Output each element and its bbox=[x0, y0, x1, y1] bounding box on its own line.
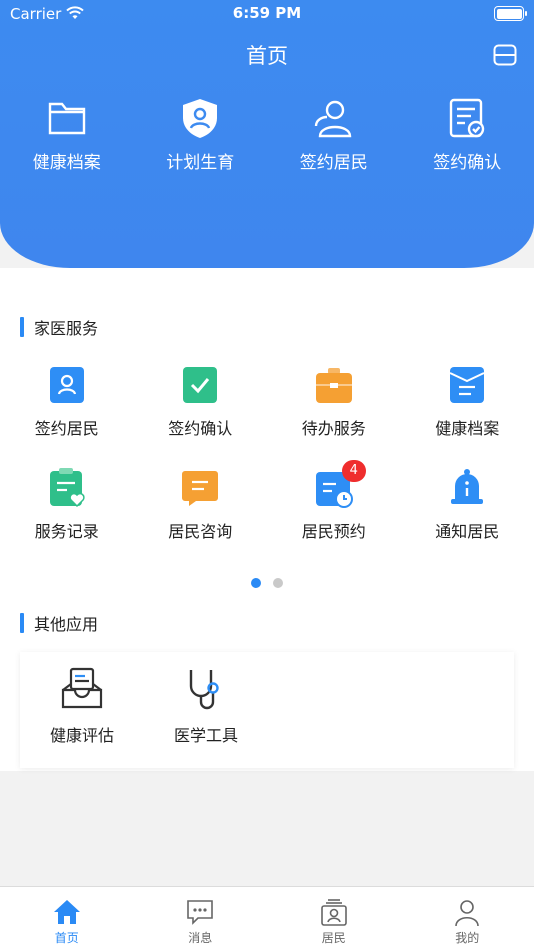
section-marker bbox=[20, 317, 24, 337]
section-marker bbox=[20, 613, 24, 633]
service-label: 待办服务 bbox=[301, 419, 366, 438]
clipboard-heart-icon bbox=[49, 468, 85, 508]
tab-label: 首页 bbox=[54, 931, 79, 945]
top-nav: 健康档案 计划生育 签约居民 签约确认 bbox=[0, 96, 534, 173]
tab-messages[interactable]: 消息 bbox=[134, 887, 268, 950]
file-icon bbox=[449, 367, 485, 403]
tab-home[interactable]: 首页 bbox=[0, 887, 134, 950]
section-title-other-apps: 其他应用 bbox=[34, 615, 99, 634]
service-record[interactable]: 服务记录 bbox=[0, 468, 134, 571]
profile-icon bbox=[455, 900, 480, 927]
app-medical-tools[interactable]: 医学工具 bbox=[144, 652, 268, 768]
tab-bar: 首页 消息 居民 我的 bbox=[0, 886, 534, 950]
app-health-assessment[interactable]: 健康评估 bbox=[20, 652, 144, 768]
status-bar: Carrier 6:59 PM bbox=[0, 0, 534, 30]
app-label: 健康评估 bbox=[49, 726, 114, 745]
calendar-clock-wrapper: 4 bbox=[314, 460, 366, 508]
bell-icon bbox=[451, 469, 484, 504]
page-dot[interactable] bbox=[273, 578, 283, 588]
service-label: 健康档案 bbox=[435, 419, 500, 438]
user-icon bbox=[314, 100, 351, 138]
appointment-badge: 4 bbox=[341, 460, 366, 482]
tab-label: 消息 bbox=[188, 931, 213, 945]
tab-label: 居民 bbox=[321, 931, 346, 945]
service-label: 签约居民 bbox=[34, 419, 99, 438]
chat-icon bbox=[182, 471, 219, 506]
service-notify[interactable]: 通知居民 bbox=[401, 468, 534, 571]
other-apps-card: 健康评估 医学工具 bbox=[20, 652, 514, 768]
service-appointment[interactable]: 4 居民预约 bbox=[267, 460, 401, 571]
top-nav-label: 签约确认 bbox=[433, 153, 502, 173]
section-other-apps: 其他应用 bbox=[20, 611, 98, 635]
section-title-family-doctor: 家医服务 bbox=[34, 319, 99, 338]
top-nav-contract-resident[interactable]: 签约居民 bbox=[267, 96, 401, 173]
page-title: 首页 bbox=[246, 44, 288, 68]
check-icon bbox=[183, 367, 218, 403]
status-time: 6:59 PM bbox=[232, 4, 302, 22]
top-nav-label: 签约居民 bbox=[299, 153, 368, 173]
document-check-icon bbox=[450, 98, 485, 138]
tab-residents[interactable]: 居民 bbox=[267, 887, 401, 950]
top-nav-label: 健康档案 bbox=[32, 153, 101, 173]
page-dot-active[interactable] bbox=[251, 578, 261, 588]
service-health-record[interactable]: 健康档案 bbox=[401, 365, 534, 468]
tab-profile[interactable]: 我的 bbox=[401, 887, 534, 950]
section-family-doctor: 家医服务 bbox=[20, 315, 98, 339]
top-nav-family-planning[interactable]: 计划生育 bbox=[134, 96, 268, 173]
message-icon bbox=[187, 900, 214, 925]
service-label: 签约确认 bbox=[168, 419, 233, 438]
shield-person-icon bbox=[183, 99, 218, 138]
service-consult[interactable]: 居民咨询 bbox=[134, 468, 268, 571]
top-nav-label: 计划生育 bbox=[166, 153, 235, 173]
service-label: 服务记录 bbox=[34, 522, 99, 541]
scan-icon[interactable] bbox=[493, 43, 517, 67]
app-label: 医学工具 bbox=[173, 726, 238, 745]
home-icon bbox=[53, 900, 80, 924]
resident-icon bbox=[320, 899, 347, 926]
contract-resident-icon bbox=[49, 367, 84, 403]
service-label: 通知居民 bbox=[435, 522, 500, 541]
tab-label: 我的 bbox=[455, 931, 480, 945]
family-doctor-grid: 签约居民 签约确认 待办服务 健康档案 服务记录 居民咨询 4 居民预约 通知居… bbox=[0, 365, 534, 571]
battery-icon bbox=[494, 6, 527, 21]
service-pending[interactable]: 待办服务 bbox=[267, 365, 401, 468]
stethoscope-icon bbox=[189, 670, 219, 710]
assessment-icon bbox=[61, 667, 103, 709]
page-indicator[interactable] bbox=[0, 578, 534, 588]
top-nav-contract-confirm[interactable]: 签约确认 bbox=[401, 96, 534, 173]
briefcase-icon bbox=[315, 368, 352, 403]
service-label: 居民咨询 bbox=[168, 522, 233, 541]
top-nav-health-record[interactable]: 健康档案 bbox=[0, 96, 134, 173]
service-contract-resident[interactable]: 签约居民 bbox=[0, 365, 134, 468]
service-contract-confirm[interactable]: 签约确认 bbox=[134, 365, 268, 468]
service-label: 居民预约 bbox=[301, 522, 366, 541]
folder-icon bbox=[48, 102, 85, 135]
